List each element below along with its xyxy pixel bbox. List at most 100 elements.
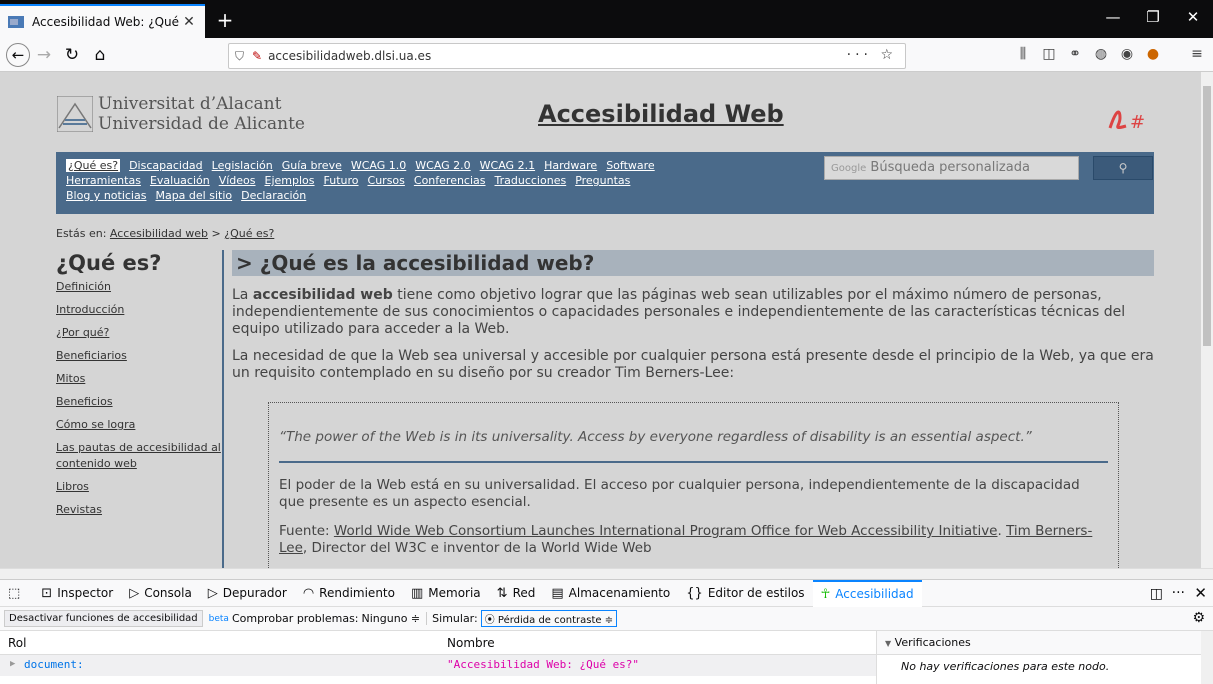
insecure-lock-icon[interactable]: ✎ — [252, 49, 262, 63]
reload-icon[interactable]: ↻ — [58, 45, 86, 65]
web-content: Universitat d’Alacant Universidad de Ali… — [0, 72, 1201, 568]
tab-accesibilidad[interactable]: ☥ Accesibilidad — [812, 579, 922, 607]
tree-row[interactable]: ▶ document: "Accesibilidad Web: ¿Qué es?… — [0, 655, 876, 676]
dock-icon[interactable]: ◫ — [1150, 586, 1163, 602]
url-bar[interactable]: ⛉ ✎ accesibilidadweb.dlsi.ua.es ··· ☆ — [228, 43, 906, 69]
window-close-icon[interactable]: ✕ — [1178, 8, 1208, 26]
tracking-shield-icon[interactable]: ⛉ — [235, 49, 244, 64]
sidebar-item-mitos[interactable]: Mitos — [56, 371, 222, 387]
checks-title: Verificaciones — [894, 636, 971, 649]
menu-item-evaluacion[interactable]: Evaluación — [150, 174, 210, 187]
menu-item-que-es[interactable]: ¿Qué es? — [66, 159, 121, 172]
university-logo — [57, 96, 93, 132]
site-search-input[interactable]: Google Búsqueda personalizada — [824, 156, 1079, 180]
restore-icon[interactable]: ❐ — [1138, 8, 1168, 26]
sidebar-icon[interactable]: ◫ — [1040, 46, 1058, 62]
site-favicon — [8, 16, 24, 28]
menu-item-conferencias[interactable]: Conferencias — [414, 174, 486, 187]
search-placeholder: Búsqueda personalizada — [870, 160, 1030, 175]
library-icon[interactable]: ⫼ — [1014, 46, 1032, 62]
menu-item-guia-breve[interactable]: Guía breve — [282, 159, 342, 172]
tab-almacenamiento[interactable]: ▤ Almacenamiento — [543, 580, 678, 607]
tab-consola[interactable]: ▷ Consola — [121, 580, 200, 607]
extension-mask-icon[interactable]: ◉ — [1118, 46, 1136, 62]
search-button[interactable]: ⚲ — [1093, 156, 1153, 180]
devtools-scrollbar[interactable] — [1201, 631, 1213, 684]
menu-item-herramientas[interactable]: Herramientas — [66, 174, 141, 187]
tree-row-role: document: — [24, 658, 84, 671]
memory-icon: ▥ — [410, 585, 424, 601]
breadcrumb-home-link[interactable]: Accesibilidad web — [110, 227, 208, 240]
breadcrumb-current-link[interactable]: ¿Qué es? — [224, 227, 274, 240]
menu-item-declaracion[interactable]: Declaración — [241, 189, 306, 202]
site-title-link[interactable]: Accesibilidad Web — [538, 100, 784, 128]
simulate-label: Simular: — [426, 612, 478, 625]
tab-depurador[interactable]: ▷ Depurador — [200, 580, 295, 607]
check-issues-select[interactable]: Ninguno ≑ — [362, 612, 421, 625]
breadcrumb-prefix: Estás en: — [56, 227, 107, 240]
accessibility-toolbar: Desactivar funciones de accesibilidad be… — [0, 607, 1213, 631]
tab-rendimiento[interactable]: ◠ Rendimiento — [295, 580, 403, 607]
tab-depurador-label: Depurador — [222, 586, 287, 600]
simulate-select[interactable]: ⦿ Pérdida de contraste ≑ — [480, 610, 618, 627]
checks-header[interactable]: ▼ Verificaciones — [877, 631, 1201, 655]
tab-red[interactable]: ⇅ Red — [489, 580, 544, 607]
sidebar-item-beneficiarios[interactable]: Beneficiarios — [56, 348, 222, 364]
menu-item-hardware[interactable]: Hardware — [544, 159, 597, 172]
tab-inspector[interactable]: ⊡ Inspector — [33, 580, 121, 607]
university-name-valencian: Universitat d’Alacant — [98, 94, 282, 114]
devtools-close-icon[interactable]: ✕ — [1194, 584, 1207, 602]
settings-gear-icon[interactable]: ⚙ — [1192, 610, 1205, 626]
tab-memoria[interactable]: ▥ Memoria — [403, 580, 489, 607]
forward-arrow-icon[interactable]: → — [30, 45, 58, 65]
extension-globe-icon[interactable]: ◍ — [1092, 46, 1110, 62]
quote-english: “The power of the Web is in its universa… — [279, 429, 1108, 463]
tab-active[interactable]: Accesibilidad Web: ¿Qué es? ✕ — [0, 4, 205, 38]
menu-item-futuro[interactable]: Futuro — [324, 174, 359, 187]
expand-arrow-icon[interactable]: ▶ — [10, 659, 15, 669]
minimize-icon[interactable]: — — [1098, 8, 1128, 26]
breadcrumb: Estás en: Accesibilidad web > ¿Qué es? — [56, 227, 274, 240]
scrollbar-thumb[interactable] — [1203, 86, 1211, 346]
quote-box: “The power of the Web is in its universa… — [268, 402, 1119, 568]
menu-item-mapa[interactable]: Mapa del sitio — [155, 189, 232, 202]
new-tab-button[interactable]: + — [213, 8, 237, 32]
sidebar-item-pautas[interactable]: Las pautas de accesibilidad al contenido… — [56, 440, 222, 472]
tab-close-icon[interactable]: ✕ — [181, 14, 197, 30]
extension-cookie-icon[interactable]: ● — [1144, 46, 1162, 62]
menu-item-traducciones[interactable]: Traducciones — [495, 174, 567, 187]
sidebar-heading: ¿Qué es? — [56, 251, 162, 275]
menu-item-wcag-2[interactable]: WCAG 2.0 — [415, 159, 470, 172]
menu-item-cursos[interactable]: Cursos — [368, 174, 405, 187]
menu-item-videos[interactable]: Vídeos — [219, 174, 256, 187]
sidebar-item-libros[interactable]: Libros — [56, 479, 222, 495]
menu-hamburger-icon[interactable]: ≡ — [1188, 46, 1206, 62]
collapse-arrow-icon: ▼ — [885, 639, 892, 648]
sidebar-item-por-que[interactable]: ¿Por qué? — [56, 325, 222, 341]
vertical-scrollbar[interactable] — [1201, 72, 1213, 568]
deactivate-accessibility-button[interactable]: Desactivar funciones de accesibilidad — [4, 610, 203, 627]
menu-item-wcag-21[interactable]: WCAG 2.1 — [480, 159, 535, 172]
menu-item-discapacidad[interactable]: Discapacidad — [129, 159, 203, 172]
menu-item-ejemplos[interactable]: Ejemplos — [265, 174, 315, 187]
sidebar-item-beneficios[interactable]: Beneficios — [56, 394, 222, 410]
sidebar-item-revistas[interactable]: Revistas — [56, 502, 222, 518]
menu-item-blog[interactable]: Blog y noticias — [66, 189, 146, 202]
horizontal-scrollbar[interactable] — [0, 568, 1213, 579]
source-w3c-link[interactable]: World Wide Web Consortium Launches Inter… — [334, 523, 998, 539]
more-options-icon[interactable]: ··· — [1172, 585, 1185, 601]
menu-item-preguntas[interactable]: Preguntas — [575, 174, 630, 187]
sidebar-item-definicion[interactable]: Definición — [56, 279, 222, 295]
menu-item-wcag-1[interactable]: WCAG 1.0 — [351, 159, 406, 172]
home-icon[interactable]: ⌂ — [86, 45, 114, 65]
back-arrow-icon[interactable]: ← — [6, 42, 30, 67]
sidebar-item-introduccion[interactable]: Introducción — [56, 302, 222, 318]
sidebar-item-como-se-logra[interactable]: Cómo se logra — [56, 417, 222, 433]
menu-item-software[interactable]: Software — [606, 159, 655, 172]
breadcrumb-separator: > — [211, 227, 221, 240]
extension-icon[interactable]: ⚭ — [1066, 46, 1084, 62]
devtools-pick-element-icon[interactable]: ⬚ — [0, 580, 33, 607]
tab-editor-estilos[interactable]: {} Editor de estilos — [678, 580, 812, 607]
menu-item-legislacion[interactable]: Legislación — [212, 159, 273, 172]
page-actions-icon[interactable]: ··· ☆ — [847, 47, 897, 63]
